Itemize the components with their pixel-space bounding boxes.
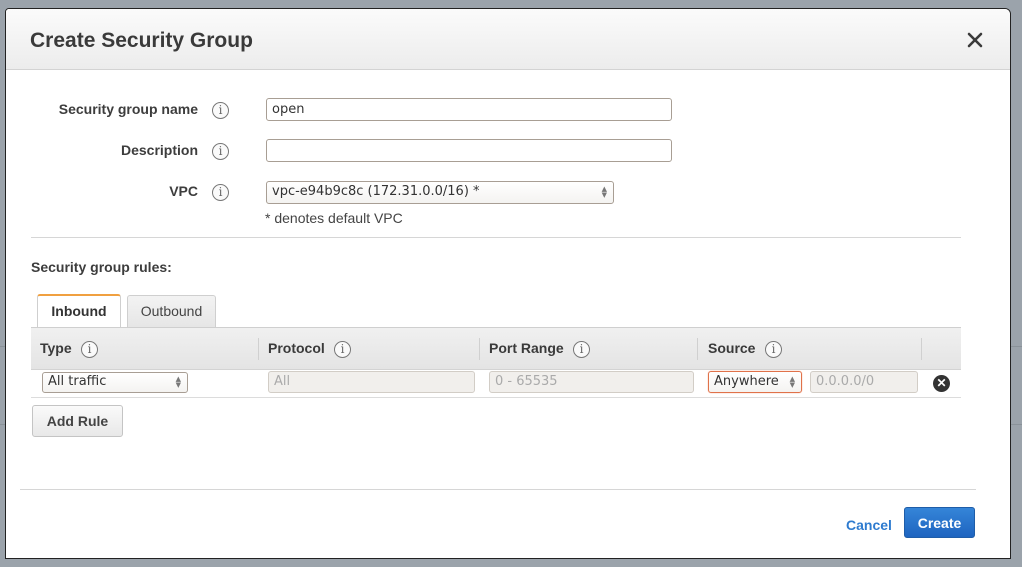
column-header-source: Source (708, 340, 755, 356)
column-header-protocol-label: Protocol (268, 340, 325, 356)
description-label: Description (120, 142, 198, 158)
column-header-type-label: Type (40, 340, 72, 356)
info-icon[interactable]: i (212, 143, 229, 160)
default-vpc-note: * denotes default VPC (265, 210, 403, 226)
vpc-select[interactable]: vpc-e94b9c8c (172.31.0.0/16) * ▲ ▼ (266, 181, 614, 204)
security-group-rules-title: Security group rules: (31, 259, 172, 275)
tab-outbound[interactable]: Outbound (127, 295, 216, 327)
type-select[interactable]: All traffic ▲ ▼ (42, 372, 188, 393)
dialog-title: Create Security Group (30, 29, 253, 52)
port-range-input: 0 - 65535 (489, 371, 694, 393)
vpc-label: VPC (169, 183, 198, 199)
column-header-port-range: Port Range (489, 340, 564, 356)
add-rule-button[interactable]: Add Rule (32, 405, 123, 437)
security-group-name-input[interactable] (266, 98, 672, 121)
column-separator (479, 338, 480, 360)
security-group-name-row: Security group name i (6, 98, 1006, 122)
background-divider (1011, 346, 1022, 347)
rules-table-header: Type i Protocol i Port Range i Source i (31, 327, 961, 370)
description-row: Description i (6, 139, 1006, 163)
column-header-source-label: Source (708, 340, 756, 356)
info-icon[interactable]: i (573, 341, 590, 358)
security-group-name-label: Security group name (58, 101, 198, 117)
info-icon[interactable]: i (81, 341, 98, 358)
column-separator (921, 338, 922, 360)
table-row: All traffic ▲ ▼ All 0 - 65535 Anywhere ▲ ▼… (31, 370, 961, 398)
close-icon (967, 32, 983, 48)
vpc-selected-value: vpc-e94b9c8c (172.31.0.0/16) * (272, 184, 480, 199)
column-header-port-range-label: Port Range (489, 340, 564, 356)
source-select[interactable]: Anywhere ▲ ▼ (708, 371, 802, 393)
info-icon[interactable]: i (334, 341, 351, 358)
info-icon[interactable]: i (765, 341, 782, 358)
column-separator (258, 338, 259, 360)
protocol-input: All (268, 371, 475, 393)
create-button[interactable]: Create (904, 507, 975, 538)
select-arrows-icon: ▲ ▼ (601, 185, 607, 199)
tab-inbound-label: Inbound (51, 303, 107, 319)
source-selected-value: Anywhere (714, 374, 779, 389)
description-input[interactable] (266, 139, 672, 162)
create-security-group-dialog: Create Security Group Security group nam… (5, 8, 1011, 559)
dialog-header: Create Security Group (6, 9, 1010, 70)
tab-outbound-label: Outbound (140, 303, 203, 319)
column-separator (697, 338, 698, 360)
footer-divider (20, 489, 976, 490)
vpc-row: VPC i vpc-e94b9c8c (172.31.0.0/16) * ▲ ▼ (6, 180, 1006, 204)
section-divider (31, 237, 961, 238)
cancel-button[interactable]: Cancel (846, 517, 892, 533)
column-header-type: Type (40, 340, 72, 356)
tab-inbound[interactable]: Inbound (37, 294, 121, 327)
info-icon[interactable]: i (212, 184, 229, 201)
close-button[interactable] (964, 29, 986, 51)
select-arrows-icon: ▲ ▼ (175, 375, 181, 389)
background-divider (1011, 424, 1022, 425)
info-icon[interactable]: i (212, 102, 229, 119)
remove-rule-icon[interactable]: ✕ (933, 375, 950, 392)
type-selected-value: All traffic (48, 374, 107, 389)
select-arrows-icon: ▲ ▼ (789, 375, 795, 389)
column-header-protocol: Protocol (268, 340, 325, 356)
source-cidr-input: 0.0.0.0/0 (810, 371, 918, 393)
